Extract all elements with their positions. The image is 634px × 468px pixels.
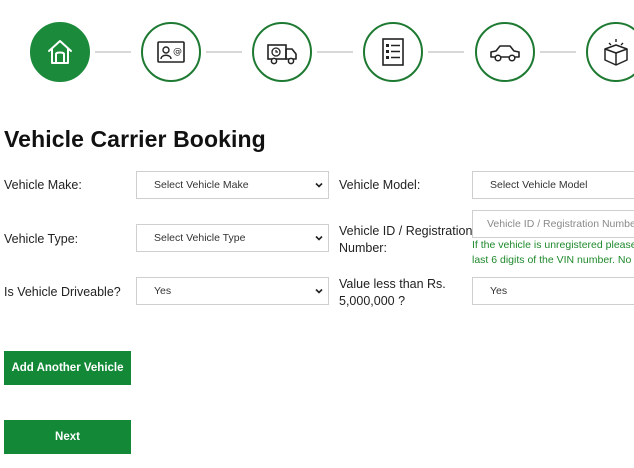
next-button[interactable]: Next: [4, 420, 131, 454]
vehicle-model-label: Vehicle Model:: [339, 178, 421, 192]
step-connector: [95, 51, 131, 53]
step-vehicle[interactable]: [475, 22, 535, 82]
driveable-select[interactable]: Yes: [136, 277, 329, 305]
vehicle-id-label: Vehicle ID / Registration Number:: [339, 223, 472, 257]
step-connector: [428, 51, 464, 53]
delivery-truck-icon: [267, 44, 297, 65]
chevron-down-icon: [310, 224, 328, 252]
chevron-down-icon: [310, 277, 328, 305]
vehicle-make-select[interactable]: Select Vehicle Make: [136, 171, 329, 199]
value-less-value: Yes: [490, 285, 508, 297]
value-less-label-line2: 5,000,000 ?: [339, 294, 406, 308]
vehicle-id-placeholder: Vehicle ID / Registration Number: [487, 218, 634, 230]
progress-stepper: @: [0, 0, 634, 108]
step-connector: [540, 51, 576, 53]
vehicle-make-label: Vehicle Make:: [4, 178, 82, 192]
vehicle-id-label-line2: Number:: [339, 241, 387, 255]
vehicle-model-value: Select Vehicle Model: [490, 179, 588, 191]
step-contact[interactable]: @: [141, 22, 201, 82]
vehicle-id-hint: If the vehicle is unregistered please u …: [472, 238, 634, 268]
driveable-label: Is Vehicle Driveable?: [4, 285, 121, 299]
vehicle-type-select[interactable]: Select Vehicle Type: [136, 224, 329, 252]
step-checklist[interactable]: [363, 22, 423, 82]
add-another-vehicle-button[interactable]: Add Another Vehicle: [4, 351, 131, 385]
vehicle-type-label: Vehicle Type:: [4, 232, 79, 246]
value-less-label: Value less than Rs. 5,000,000 ?: [339, 276, 446, 310]
home-icon: [48, 40, 72, 64]
svg-text:@: @: [173, 47, 182, 57]
driveable-value: Yes: [154, 285, 172, 297]
value-less-select[interactable]: Yes: [472, 277, 634, 305]
step-package[interactable]: [586, 22, 634, 82]
vehicle-model-select[interactable]: Select Vehicle Model: [472, 171, 634, 199]
contact-card-icon: @: [157, 41, 185, 63]
vehicle-id-hint-line2: last 6 digits of the VIN number. No sp: [472, 254, 634, 266]
vehicle-id-hint-line1: If the vehicle is unregistered please u: [472, 239, 634, 251]
value-less-label-line1: Value less than Rs.: [339, 277, 446, 291]
vehicle-type-value: Select Vehicle Type: [154, 232, 246, 244]
vehicle-id-label-line1: Vehicle ID / Registration: [339, 224, 473, 238]
checklist-icon: [382, 38, 404, 66]
chevron-down-icon: [310, 171, 328, 199]
step-connector: [206, 51, 242, 53]
page-title: Vehicle Carrier Booking: [4, 126, 266, 152]
step-delivery[interactable]: [252, 22, 312, 82]
open-box-icon: [604, 39, 628, 66]
car-icon: [490, 45, 520, 62]
vehicle-id-input[interactable]: Vehicle ID / Registration Number: [472, 210, 634, 238]
step-connector: [317, 51, 353, 53]
vehicle-make-value: Select Vehicle Make: [154, 179, 249, 191]
step-home[interactable]: [30, 22, 90, 82]
